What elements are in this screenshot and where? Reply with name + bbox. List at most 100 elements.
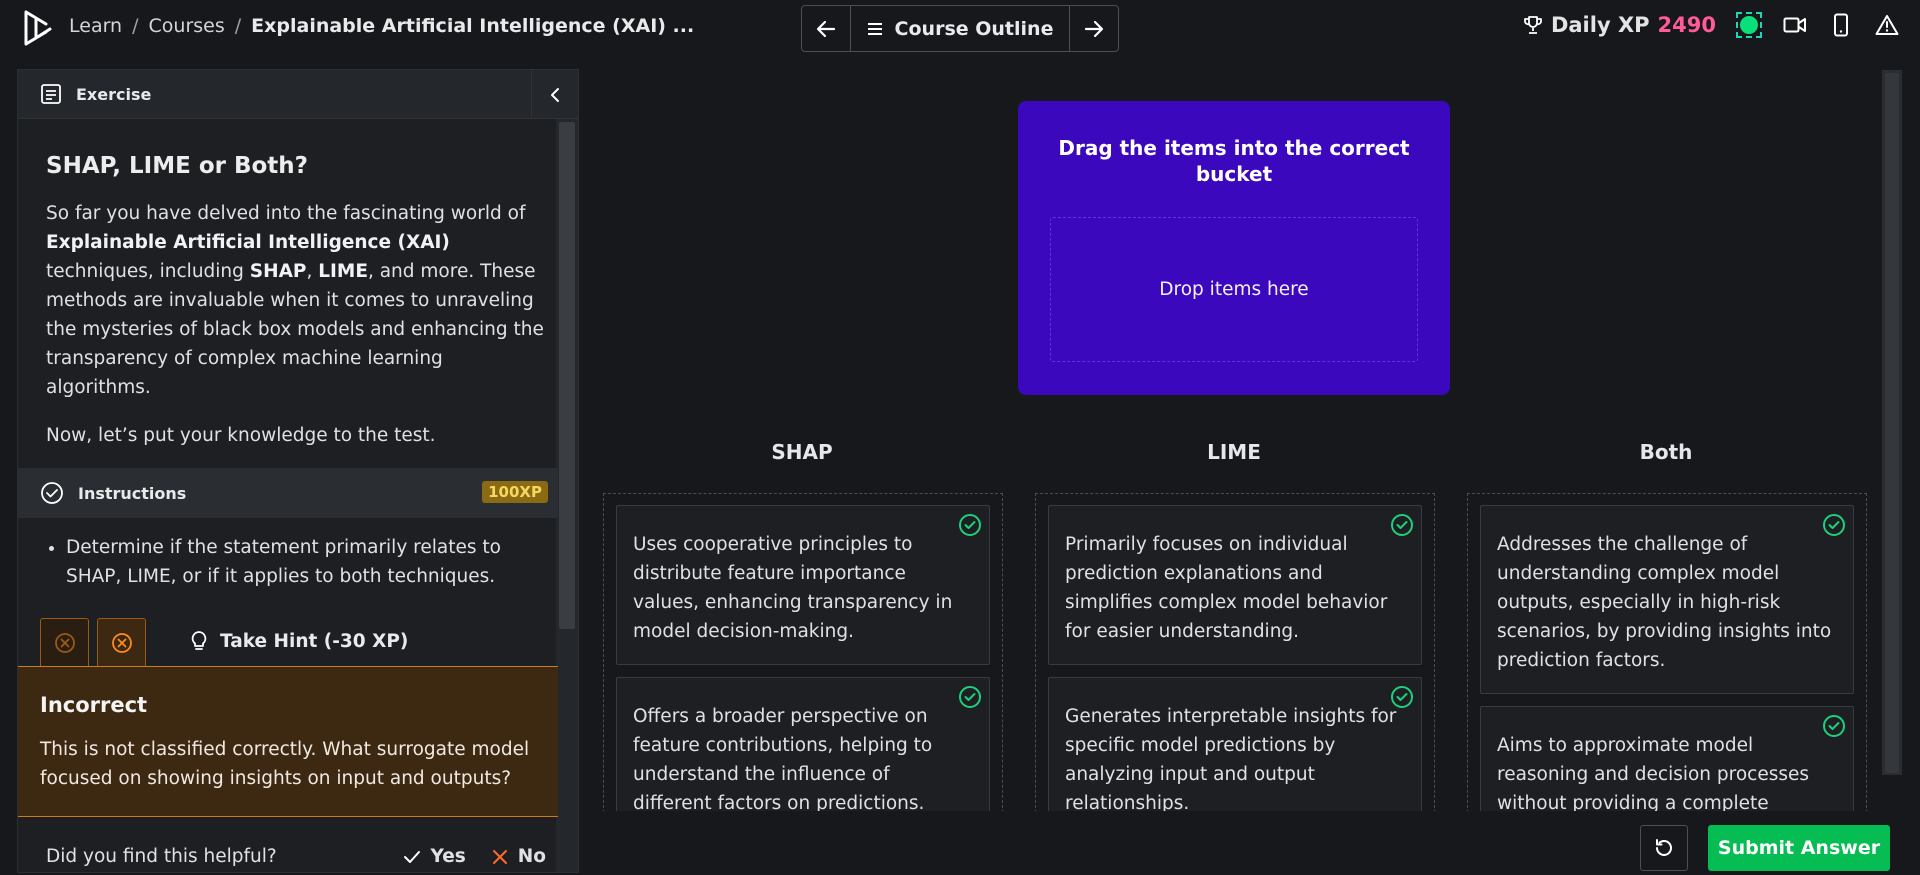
draggable-card[interactable]: Generates interpretable insights for spe… — [1048, 677, 1422, 833]
no-label: No — [517, 846, 546, 867]
action-bar: Submit Answer — [580, 811, 1920, 875]
status-dot-icon — [1740, 16, 1758, 34]
bucket-lime[interactable]: Primarily focuses on individual predicti… — [1035, 493, 1435, 833]
exercise-description: So far you have delved into the fascinat… — [46, 199, 546, 469]
feedback-message: This is not classified correctly. What s… — [40, 739, 530, 789]
check-circle-icon — [1389, 512, 1415, 547]
instructions-list: Determine if the statement primarily rel… — [46, 533, 526, 591]
undo-icon — [1656, 839, 1672, 856]
bucket-title-lime: LIME — [1207, 440, 1261, 464]
incorrect-feedback: Incorrect This is not classified correct… — [18, 666, 558, 817]
draggable-card[interactable]: Uses cooperative principles to distribut… — [616, 505, 990, 665]
close-circle-icon — [54, 633, 75, 653]
exercise-label: Exercise — [76, 84, 152, 104]
warning-icon[interactable] — [1874, 12, 1900, 38]
draggable-card[interactable]: Offers a broader perspective on feature … — [616, 677, 990, 833]
reset-button[interactable] — [1640, 825, 1688, 871]
drop-zone-placeholder: Drop items here — [1159, 279, 1309, 300]
helpful-no-button[interactable]: No — [492, 846, 546, 867]
logo-icon[interactable] — [22, 9, 52, 47]
take-hint-button[interactable]: Take Hint (-30 XP) — [190, 630, 408, 652]
check-circle-icon — [41, 482, 63, 504]
attempt-tab-2[interactable] — [97, 618, 146, 667]
card-text: Offers a broader perspective on feature … — [633, 706, 933, 814]
breadcrumb-learn[interactable]: Learn — [69, 15, 122, 37]
bucket-title-both: Both — [1639, 440, 1693, 464]
intro-bold-xai: Explainable Artificial Intelligence (XAI… — [46, 232, 450, 253]
collapse-panel-button[interactable] — [531, 70, 578, 119]
lightbulb-icon — [191, 631, 207, 650]
draggable-card[interactable]: Addresses the challenge of understanding… — [1480, 505, 1854, 694]
intro-paragraph: So far you have delved into the fascinat… — [46, 199, 546, 402]
intro-text: techniques, including — [46, 261, 250, 282]
daily-xp-label: Daily XP — [1550, 13, 1650, 37]
x-icon — [492, 849, 507, 864]
intro-bold-lime: LIME — [318, 261, 368, 282]
arrow-right-icon — [1084, 20, 1104, 37]
main-scrollbar[interactable] — [1882, 70, 1902, 775]
video-icon[interactable] — [1782, 12, 1808, 38]
check-circle-icon — [1389, 684, 1415, 719]
card-text: Aims to approximate model reasoning and … — [1497, 735, 1810, 814]
panel-scrollbar[interactable] — [556, 119, 578, 872]
attempt-tab-1[interactable] — [40, 618, 89, 667]
scrollbar-thumb[interactable] — [1885, 73, 1899, 773]
arrow-left-icon — [816, 20, 836, 37]
exercise-header: Exercise — [18, 70, 578, 119]
scrollbar-thumb[interactable] — [559, 122, 575, 629]
exercise-title: SHAP, LIME or Both? — [46, 153, 309, 179]
exercise-icon — [41, 84, 61, 104]
bucket-both[interactable]: Addresses the challenge of understanding… — [1467, 493, 1867, 833]
drag-drop-area: Drag the items into the correct bucket D… — [580, 56, 1920, 875]
chevron-left-icon — [551, 87, 559, 102]
intro-paragraph-2: Now, let’s put your knowledge to the tes… — [46, 425, 436, 446]
course-navigation: Course Outline — [801, 5, 1119, 52]
check-circle-icon — [1821, 713, 1847, 748]
take-hint-label: Take Hint (-30 XP) — [220, 630, 409, 652]
header-actions: Daily XP 2490 — [1523, 12, 1900, 38]
instructions-label: Instructions — [78, 483, 187, 503]
previous-button[interactable] — [802, 6, 851, 51]
yes-label: Yes — [430, 846, 466, 867]
exercise-panel: Exercise SHAP, LIME or Both? So far you … — [17, 69, 579, 873]
card-text: Primarily focuses on individual predicti… — [1065, 534, 1388, 642]
check-circle-icon — [1821, 512, 1847, 547]
menu-icon — [867, 22, 882, 35]
mobile-icon[interactable] — [1828, 12, 1854, 38]
breadcrumb-course-title[interactable]: Explainable Artificial Intelligence (XAI… — [251, 15, 694, 37]
check-icon — [403, 850, 420, 863]
xp-badge: 100XP — [482, 481, 548, 503]
drop-card-title: Drag the items into the correct bucket — [1058, 136, 1410, 186]
drop-zone[interactable]: Drop items here — [1050, 217, 1418, 362]
trophy-icon — [1524, 16, 1542, 34]
bucket-title-shap: SHAP — [771, 440, 833, 464]
breadcrumb-separator: / — [234, 15, 242, 37]
breadcrumb-separator: / — [132, 15, 139, 37]
drop-card: Drag the items into the correct bucket D… — [1018, 101, 1450, 395]
daily-xp-value: 2490 — [1657, 13, 1716, 37]
top-header: Learn / Courses / Explainable Artificial… — [0, 0, 1920, 56]
breadcrumb: Learn / Courses / Explainable Artificial… — [69, 15, 694, 37]
submit-answer-button[interactable]: Submit Answer — [1708, 825, 1890, 871]
card-text: Uses cooperative principles to distribut… — [633, 534, 953, 642]
card-text: Addresses the challenge of understanding… — [1497, 534, 1832, 671]
intro-bold-shap: SHAP — [249, 261, 307, 282]
breadcrumb-courses[interactable]: Courses — [149, 15, 225, 37]
course-outline-button[interactable]: Course Outline — [851, 6, 1069, 51]
close-circle-icon — [111, 633, 132, 653]
instructions-header: Instructions 100XP — [18, 468, 558, 518]
next-button[interactable] — [1069, 6, 1118, 51]
bucket-shap[interactable]: Uses cooperative principles to distribut… — [603, 493, 1003, 833]
check-circle-icon — [957, 512, 983, 547]
daily-xp[interactable]: Daily XP 2490 — [1523, 13, 1716, 37]
helpful-question: Did you find this helpful? — [46, 846, 277, 867]
helpful-yes-button[interactable]: Yes — [403, 846, 466, 867]
feedback-title: Incorrect — [40, 693, 148, 717]
status-indicator[interactable] — [1736, 12, 1762, 38]
course-outline-label: Course Outline — [894, 17, 1054, 40]
check-circle-icon — [957, 684, 983, 719]
instruction-item: Determine if the statement primarily rel… — [66, 533, 526, 591]
card-text: Generates interpretable insights for spe… — [1065, 706, 1397, 814]
intro-text: , — [306, 261, 319, 282]
draggable-card[interactable]: Primarily focuses on individual predicti… — [1048, 505, 1422, 665]
